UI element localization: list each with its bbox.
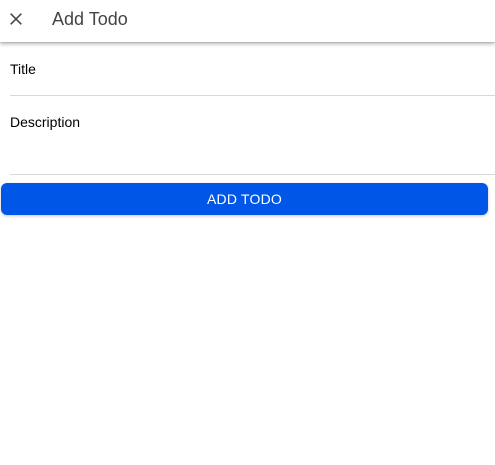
- close-button[interactable]: [4, 5, 28, 33]
- add-todo-screen: Add Todo ADD TODO: [0, 0, 495, 465]
- add-todo-button[interactable]: ADD TODO: [1, 183, 488, 215]
- page-title: Add Todo: [52, 9, 128, 29]
- description-field-container: [10, 96, 495, 175]
- title-field-container: [10, 42, 495, 96]
- top-toolbar: Add Todo: [0, 0, 495, 42]
- title-input[interactable]: [10, 60, 495, 78]
- close-icon: [10, 13, 22, 25]
- description-input[interactable]: [10, 113, 495, 163]
